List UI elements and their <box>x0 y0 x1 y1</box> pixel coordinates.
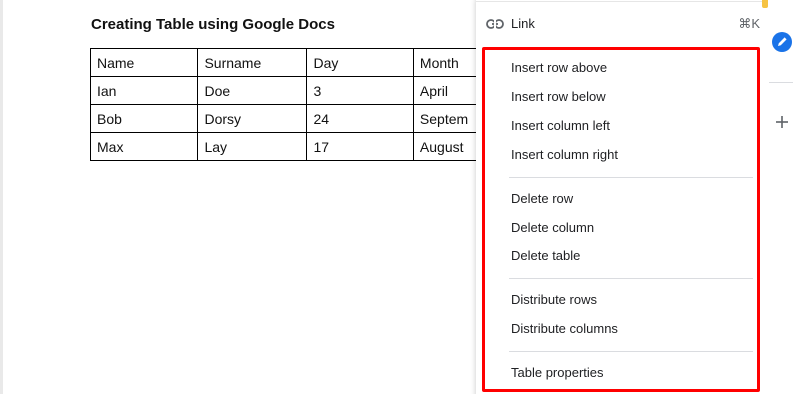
page-edge <box>0 0 3 394</box>
keep-icon[interactable] <box>762 0 768 8</box>
menu-item-insert-row-above[interactable]: Insert row above <box>476 54 746 82</box>
menu-item-insert-column-left[interactable]: Insert column left <box>476 112 746 140</box>
menu-item-insert-column-right[interactable]: Insert column right <box>476 141 746 169</box>
menu-item-delete-row[interactable]: Delete row <box>476 185 746 213</box>
menu-item-label: Table properties <box>511 365 604 380</box>
table-cell[interactable]: Bob <box>89 104 199 133</box>
document-table[interactable]: Name Surname Day Month Ian Doe 3 April B… <box>89 48 481 161</box>
tasks-icon[interactable] <box>772 32 792 52</box>
menu-item-label: Delete row <box>511 191 574 206</box>
side-divider <box>769 82 793 83</box>
table-cell[interactable]: Doe <box>197 76 308 105</box>
table-row: Bob Dorsy 24 Septem <box>89 104 481 133</box>
document-page[interactable]: Creating Table using Google Docs Name Su… <box>0 0 481 394</box>
menu-divider <box>509 351 753 352</box>
menu-item-insert-row-below[interactable]: Insert row below <box>476 83 746 111</box>
menu-item-label: Delete column <box>511 220 595 235</box>
table-cell[interactable]: Septem <box>412 104 481 133</box>
table-cell[interactable]: Max <box>89 132 199 161</box>
table-cell[interactable]: Dorsy <box>197 104 308 133</box>
pencil-icon <box>778 37 787 46</box>
table-cell[interactable]: August <box>412 132 481 161</box>
table-cell[interactable]: 17 <box>306 132 414 161</box>
menu-item-label: Insert row above <box>511 60 608 75</box>
menu-divider <box>509 177 753 178</box>
menu-divider <box>509 278 753 279</box>
menu-item-table-properties[interactable]: Table properties <box>476 359 746 387</box>
side-panel <box>762 0 800 394</box>
table-context-menu: Link ⌘K Insert row above Insert row belo… <box>476 0 762 394</box>
menu-item-label: Insert column right <box>511 147 618 162</box>
shortcut-label: ⌘K <box>738 16 760 31</box>
menu-item-label: Distribute rows <box>511 292 597 307</box>
document-title[interactable]: Creating Table using Google Docs <box>91 16 335 33</box>
table-cell[interactable]: Lay <box>197 132 308 161</box>
link-icon <box>486 19 504 29</box>
menu-item-label: Insert column left <box>511 118 610 133</box>
menu-item-distribute-rows[interactable]: Distribute rows <box>476 286 746 314</box>
menu-item-delete-column[interactable]: Delete column <box>476 214 746 242</box>
table-cell[interactable]: Month <box>412 48 481 77</box>
menu-item-label: Insert row below <box>511 89 606 104</box>
menu-item-label: Distribute columns <box>511 321 618 336</box>
menu-item-link[interactable]: Link ⌘K <box>476 10 760 38</box>
menu-item-distribute-columns[interactable]: Distribute columns <box>476 315 746 343</box>
table-row: Name Surname Day Month <box>89 48 481 77</box>
table-cell[interactable]: 24 <box>306 104 414 133</box>
table-cell[interactable]: Surname <box>197 48 308 77</box>
table-cell[interactable]: April <box>412 76 481 105</box>
menu-item-label: Link <box>511 16 535 31</box>
menu-item-label: Delete table <box>511 248 581 263</box>
table-cell[interactable]: Ian <box>89 76 199 105</box>
menu-divider <box>476 1 762 2</box>
add-icon[interactable] <box>774 114 790 130</box>
google-docs-window: Creating Table using Google Docs Name Su… <box>0 0 800 394</box>
table-cell[interactable]: Name <box>89 48 199 77</box>
table-cell[interactable]: 3 <box>306 76 414 105</box>
table-row: Max Lay 17 August <box>89 132 481 161</box>
menu-item-delete-table[interactable]: Delete table <box>476 242 746 270</box>
table-row: Ian Doe 3 April <box>89 76 481 105</box>
table-cell[interactable]: Day <box>306 48 414 77</box>
